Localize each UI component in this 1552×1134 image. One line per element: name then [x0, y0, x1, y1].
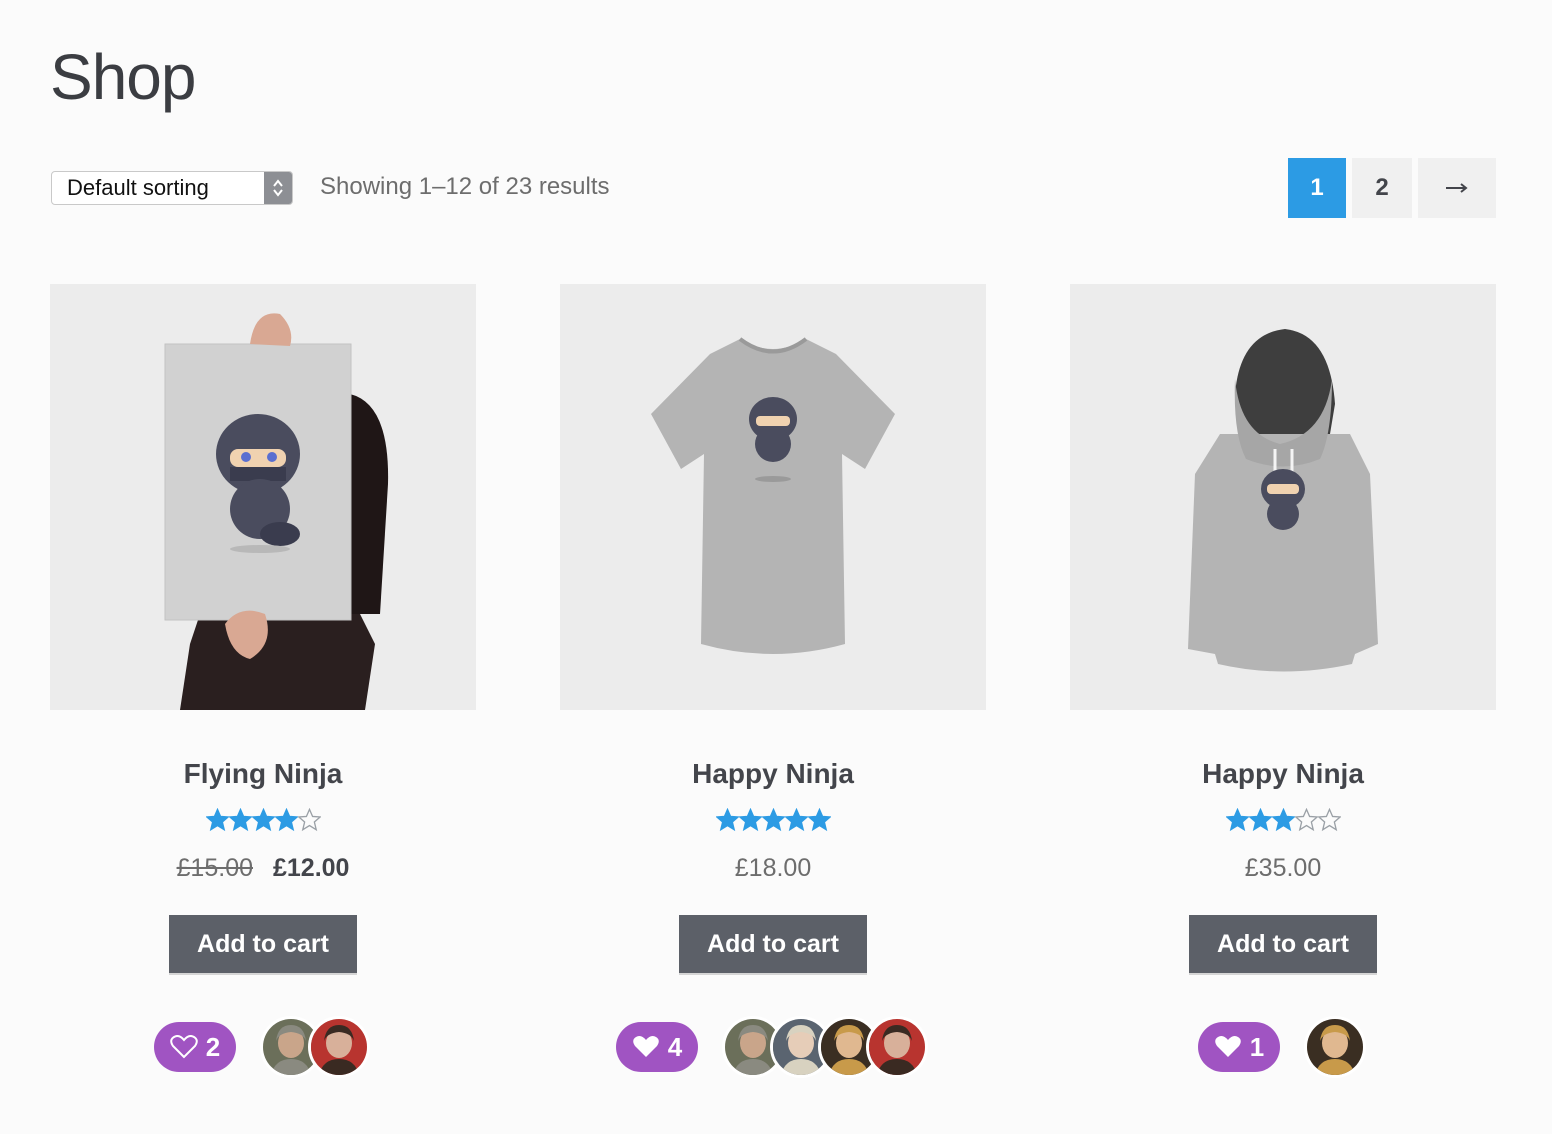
- product-price: £35.00: [1244, 854, 1322, 882]
- sorting-select[interactable]: Default sorting: [51, 171, 293, 205]
- liker-avatars: [260, 1016, 370, 1078]
- star-filled-icon: [274, 808, 298, 832]
- star-filled-icon: [715, 808, 739, 832]
- avatar-woman-braid[interactable]: [1304, 1016, 1366, 1078]
- product-title[interactable]: Happy Ninja: [560, 758, 986, 790]
- heart-filled-icon: [632, 1036, 659, 1057]
- like-count: 4: [667, 1031, 683, 1062]
- product-title[interactable]: Happy Ninja: [1070, 758, 1496, 790]
- star-filled-icon: [738, 808, 762, 832]
- sorting-selected-value: Default sorting: [67, 175, 209, 200]
- product-card: Flying Ninja £15.00 £12.00 Add to cart: [50, 284, 476, 973]
- likes-row: 4: [616, 1016, 928, 1078]
- star-rating: [50, 808, 476, 834]
- sale-price: £12.00: [273, 854, 350, 882]
- star-empty-icon: [1317, 808, 1341, 832]
- add-to-cart-button[interactable]: Add to cart: [169, 915, 357, 973]
- regular-price: £15.00: [176, 854, 253, 882]
- star-filled-icon: [251, 808, 275, 832]
- add-to-cart-button[interactable]: Add to cart: [679, 915, 867, 973]
- like-count: 2: [205, 1031, 221, 1062]
- star-filled-icon: [205, 808, 229, 832]
- heart-outline-icon: [170, 1035, 198, 1059]
- next-page-button[interactable]: [1418, 158, 1496, 218]
- liker-avatars: [722, 1016, 928, 1078]
- star-filled-icon: [807, 808, 831, 832]
- likes-row: 1: [1198, 1016, 1366, 1078]
- star-filled-icon: [1248, 808, 1272, 832]
- avatar-man-red[interactable]: [308, 1016, 370, 1078]
- star-rating: [1070, 808, 1496, 834]
- add-to-cart-button[interactable]: Add to cart: [1189, 915, 1377, 973]
- like-button[interactable]: 4: [616, 1022, 698, 1072]
- star-filled-icon: [1271, 808, 1295, 832]
- page-2-button[interactable]: 2: [1352, 158, 1412, 218]
- heart-filled-icon: [1214, 1036, 1241, 1057]
- product-card: Happy Ninja £35.00 Add to cart: [1070, 284, 1496, 973]
- star-filled-icon: [784, 808, 808, 832]
- product-card: Happy Ninja £18.00 Add to cart: [560, 284, 986, 973]
- likes-row: 2: [154, 1016, 370, 1078]
- product-price: £18.00: [734, 854, 812, 882]
- page-title: Shop: [50, 41, 196, 113]
- select-arrows-icon: [264, 172, 292, 204]
- like-count: 1: [1249, 1031, 1265, 1062]
- product-image-hoodie[interactable]: [1070, 284, 1496, 710]
- star-filled-icon: [228, 808, 252, 832]
- star-empty-icon: [297, 808, 321, 832]
- result-count: Showing 1–12 of 23 results: [320, 173, 610, 200]
- product-title[interactable]: Flying Ninja: [50, 758, 476, 790]
- liker-avatars: [1304, 1016, 1366, 1078]
- star-empty-icon: [1294, 808, 1318, 832]
- star-filled-icon: [1225, 808, 1249, 832]
- avatar-man-red[interactable]: [866, 1016, 928, 1078]
- product-image-poster[interactable]: [50, 284, 476, 710]
- arrow-right-icon: [1446, 183, 1468, 193]
- like-button[interactable]: 2: [154, 1022, 236, 1072]
- product-price: £15.00 £12.00: [50, 854, 476, 883]
- page-1-button[interactable]: 1: [1288, 158, 1346, 218]
- star-rating: [560, 808, 986, 834]
- like-button[interactable]: 1: [1198, 1022, 1280, 1072]
- product-image-tshirt[interactable]: [560, 284, 986, 710]
- star-filled-icon: [761, 808, 785, 832]
